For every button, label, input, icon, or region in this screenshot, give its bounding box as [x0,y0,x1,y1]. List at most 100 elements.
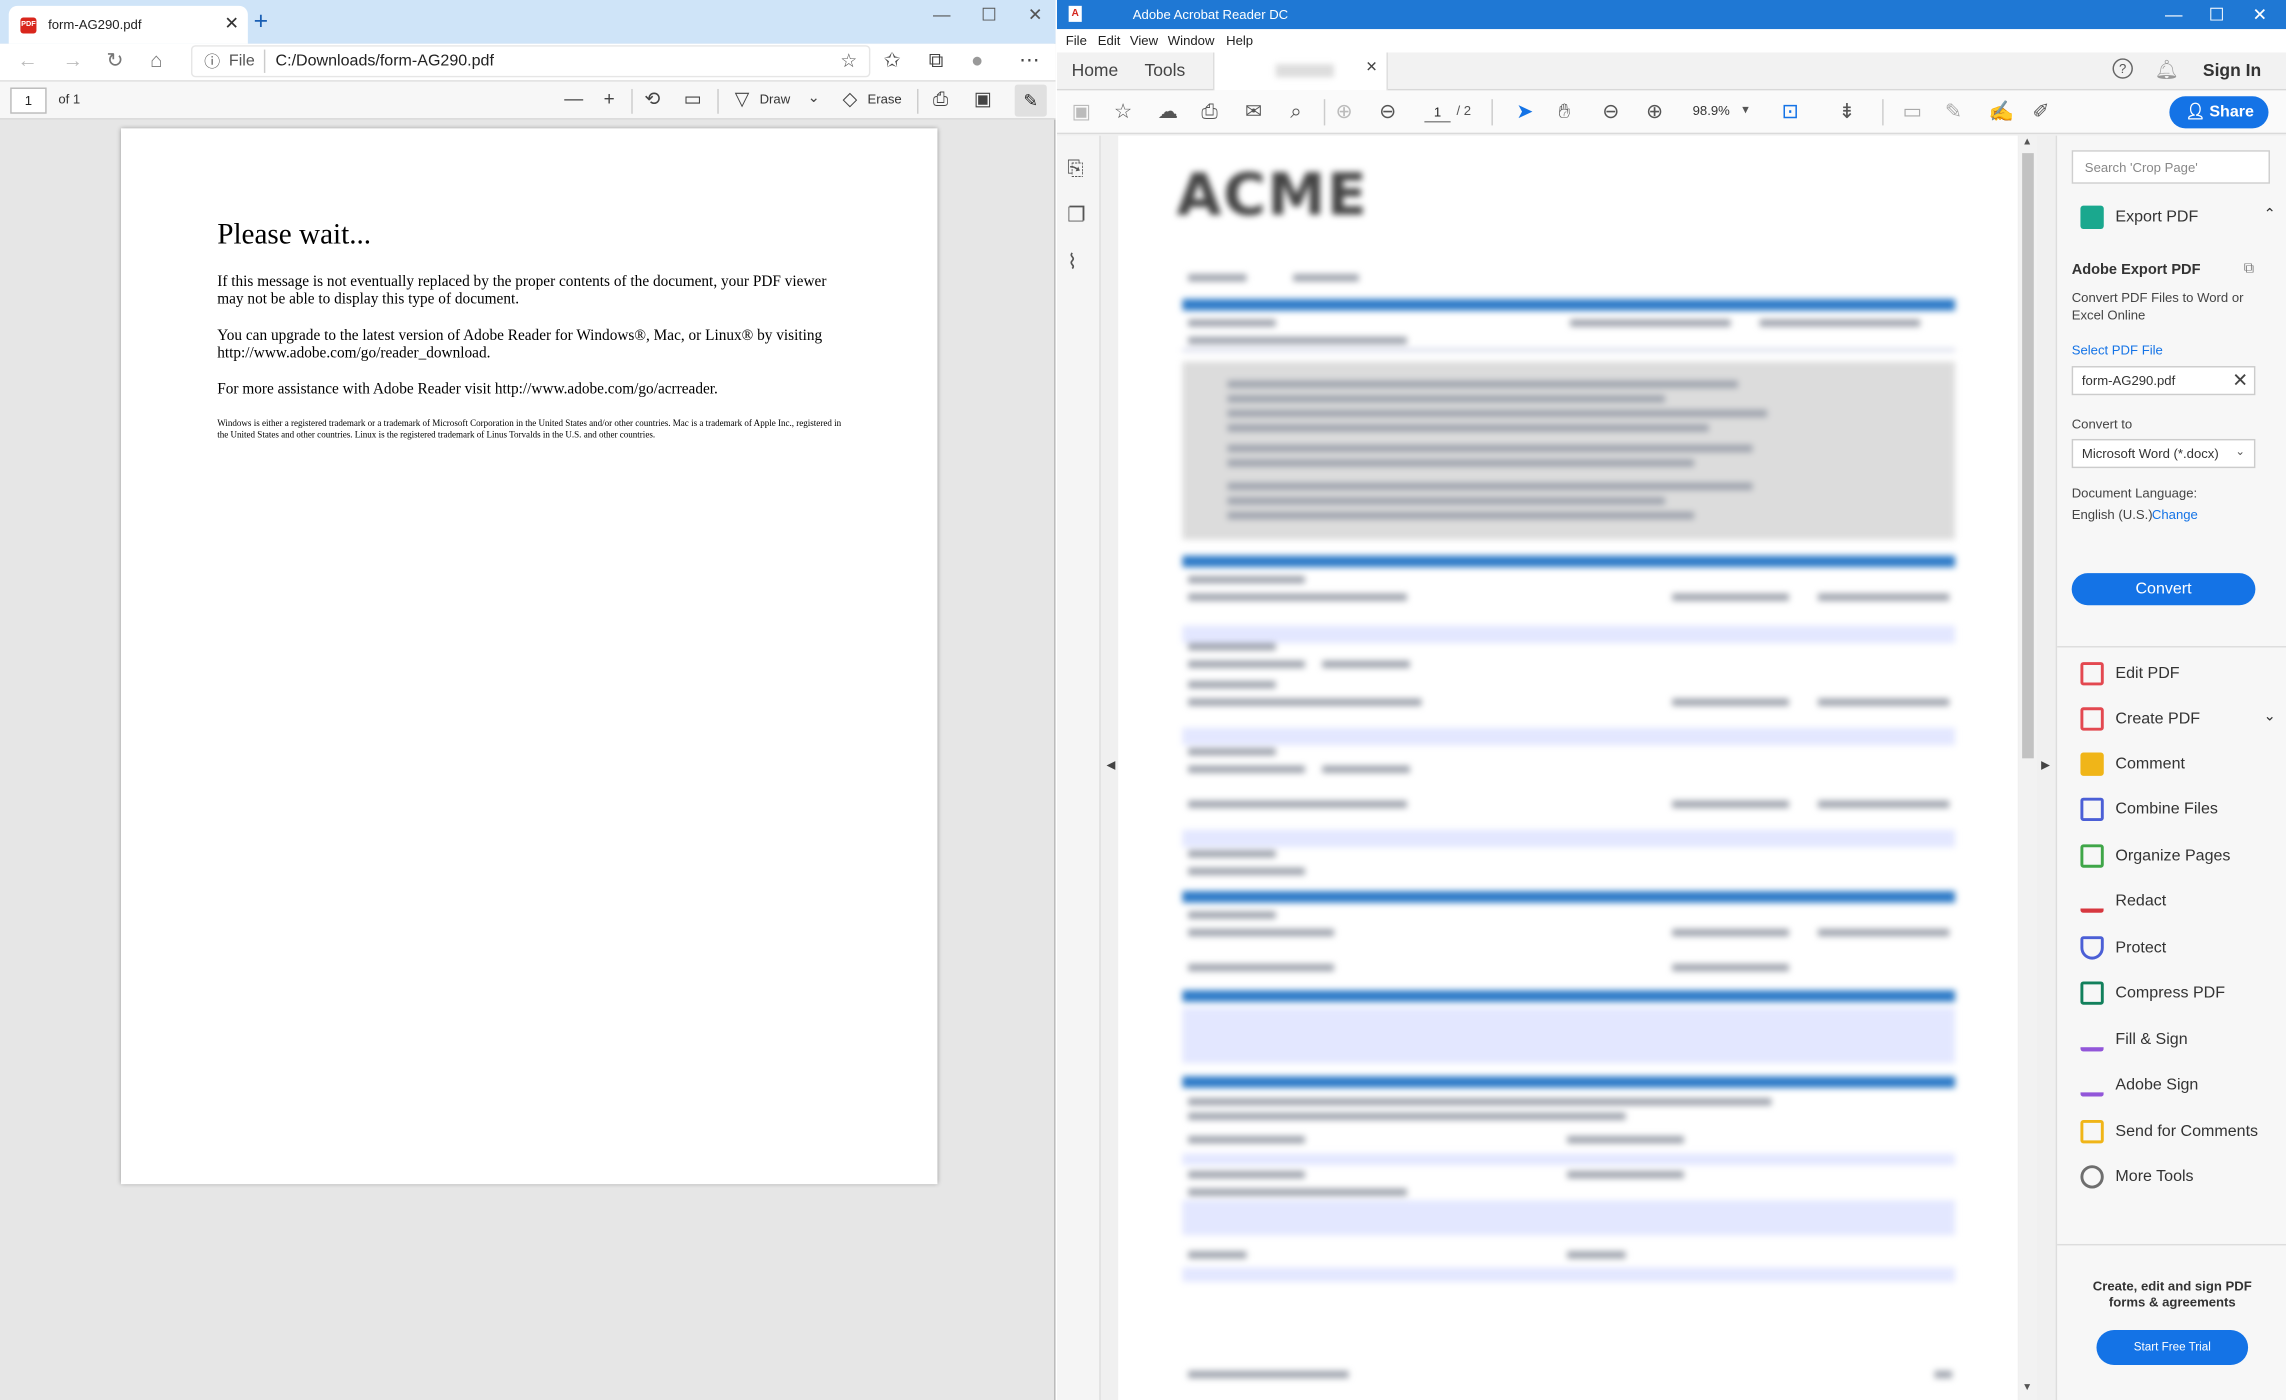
refresh-icon[interactable]: ↻ [106,48,123,73]
fill-sign-icon[interactable]: ✐ [2032,99,2049,124]
convert-button[interactable]: Convert [2071,573,2256,606]
collapse-left-panel-icon[interactable]: ◀ [1107,758,1116,771]
tool-adobe-sign[interactable]: Adobe Sign [2057,1070,2286,1105]
next-page-icon[interactable]: ⊖ [1379,99,1396,124]
tab-home[interactable]: Home [1072,60,1119,80]
highlight-icon[interactable]: ✎ [1945,99,1962,124]
zoom-out-icon[interactable]: ⊖ [1602,99,1619,124]
scroll-down-icon[interactable]: ▼ [2022,1382,2032,1392]
close-window-icon[interactable]: ✕ [1028,4,1043,24]
comment-icon[interactable]: ▭ [1903,99,1922,124]
more-menu-icon[interactable]: ⋯ [1019,48,1039,73]
bookmark-star-icon[interactable]: ☆ [1114,99,1132,124]
select-pdf-file-link[interactable]: Select PDF File [2072,343,2163,358]
email-icon[interactable]: ✉ [1245,99,1262,124]
clear-file-icon[interactable]: ✕ [2232,369,2248,392]
change-language-link[interactable]: Change [2152,507,2198,522]
tool-send-for-comments[interactable]: Send for Comments [2057,1117,2286,1152]
pin-toolbar-icon[interactable]: ✎ [1014,84,1047,117]
tool-compress-pdf[interactable]: Compress PDF [2057,979,2286,1014]
notifications-bell-icon[interactable]: 🔔︎ [2155,58,2179,81]
sign-in-button[interactable]: Sign In [2203,60,2261,80]
share-button[interactable]: 👤︎ Share [2169,96,2269,129]
selected-file-field[interactable]: form-AG290.pdf ✕ [2071,366,2256,396]
tool-fill-sign[interactable]: Fill & Sign [2057,1025,2286,1060]
print-icon[interactable]: ⎙ [933,87,948,110]
draw-icon[interactable]: ▽ [735,87,750,110]
copy-pages-icon[interactable]: ❐ [1067,203,1085,228]
tab-document[interactable]: ✕ [1212,52,1388,91]
zoom-in-icon[interactable]: + [604,87,615,109]
save-icon[interactable]: ▣ [1072,99,1091,124]
tool-combine-files[interactable]: Combine Files [2057,795,2286,830]
copy-icon[interactable]: ⧉ [2244,261,2254,277]
print-icon[interactable]: ⎙ [1201,99,1217,124]
help-icon[interactable]: ? [2112,58,2133,79]
vertical-scrollbar[interactable]: ▲ ▼ [2019,135,2037,1400]
tool-search-input[interactable]: Search 'Crop Page' [2071,150,2270,184]
page-number-input[interactable]: 1 [1424,102,1451,123]
menu-view[interactable]: View [1130,34,1158,49]
back-icon[interactable]: ← [17,48,37,71]
new-tab-icon[interactable]: + [254,7,268,36]
tool-protect[interactable]: Protect [2057,933,2286,968]
draw-button[interactable]: Draw [760,92,791,107]
minimize-icon[interactable]: — [2165,4,2182,24]
tool-redact[interactable]: Redact [2057,887,2286,922]
sign-icon[interactable]: ✍ [1989,99,2014,124]
document-view[interactable]: ACME [1118,135,2018,1400]
browser-tab[interactable]: PDF form-AG290.pdf ✕ [8,5,248,44]
search-zoom-icon[interactable]: ⌕ [1290,99,1301,124]
tab-tools[interactable]: Tools [1144,60,1185,80]
chevron-down-icon[interactable]: ▾ [1742,102,1749,118]
address-bar[interactable]: ⓘ File C:/Downloads/form-AG290.pdf ☆ [190,45,871,78]
scroll-mode-icon[interactable]: ⇟ [1838,99,1855,124]
convert-to-select[interactable]: Microsoft Word (*.docx) ⌄ [2071,438,2256,469]
fit-page-icon[interactable]: ⊡ [1782,99,1799,124]
rotate-icon[interactable]: ⟲ [644,87,660,110]
menu-edit[interactable]: Edit [1098,34,1121,49]
page-thumbnails-icon[interactable]: ⎘ [1067,156,1083,181]
favorites-icon[interactable]: ✩ [883,48,900,73]
fit-page-icon[interactable]: ▭ [684,87,702,110]
chevron-down-icon[interactable]: ⌄ [2264,709,2276,725]
hand-tool-icon[interactable]: ✋︎ [1559,99,1571,124]
maximize-icon[interactable]: ☐ [2209,4,2225,24]
favorite-star-icon[interactable]: ☆ [840,50,857,73]
zoom-out-icon[interactable]: — [564,87,583,109]
tool-more-tools[interactable]: More Tools [2057,1162,2286,1197]
profile-avatar-icon[interactable]: ● [971,48,983,71]
menu-window[interactable]: Window [1168,34,1215,49]
save-icon[interactable]: ▣ [974,87,992,110]
collections-icon[interactable]: ⧉ [929,48,944,73]
scrollbar-thumb[interactable] [2022,153,2034,759]
zoom-level[interactable]: 98.9% [1693,104,1730,119]
start-free-trial-button[interactable]: Start Free Trial [2096,1329,2249,1365]
tool-organize-pages[interactable]: Organize Pages [2057,841,2286,876]
chevron-up-icon[interactable]: ⌃ [2264,207,2276,223]
address-url[interactable]: C:/Downloads/form-AG290.pdf [276,52,494,69]
menu-help[interactable]: Help [1226,34,1253,49]
chevron-down-icon[interactable]: ⌄ [808,90,820,106]
scroll-up-icon[interactable]: ▲ [2022,137,2032,147]
close-window-icon[interactable]: ✕ [2252,4,2267,24]
collapse-right-panel-icon[interactable]: ▶ [2041,758,2050,771]
previous-page-icon[interactable]: ⊕ [1335,99,1352,124]
menu-file[interactable]: File [1066,34,1087,49]
minimize-icon[interactable]: — [933,4,950,24]
tool-create-pdf[interactable]: Create PDF ⌄ [2057,704,2286,739]
export-pdf-header[interactable]: Export PDF ⌃ [2057,203,2286,238]
maximize-icon[interactable]: ☐ [981,4,997,24]
close-tab-icon[interactable]: ✕ [224,13,239,33]
attachment-icon[interactable]: ⌇ [1067,249,1077,274]
forward-icon[interactable]: → [63,48,83,71]
page-number-input[interactable]: 1 [10,87,47,114]
close-document-icon[interactable]: ✕ [1365,60,1377,76]
tool-comment[interactable]: Comment [2057,750,2286,785]
tool-edit-pdf[interactable]: Edit PDF [2057,659,2286,694]
home-icon[interactable]: ⌂ [150,48,162,71]
select-cursor-icon[interactable]: ➤ [1516,99,1533,124]
info-icon[interactable]: ⓘ [204,50,220,73]
zoom-in-icon[interactable]: ⊕ [1646,99,1663,124]
erase-button[interactable]: Erase [867,92,901,107]
